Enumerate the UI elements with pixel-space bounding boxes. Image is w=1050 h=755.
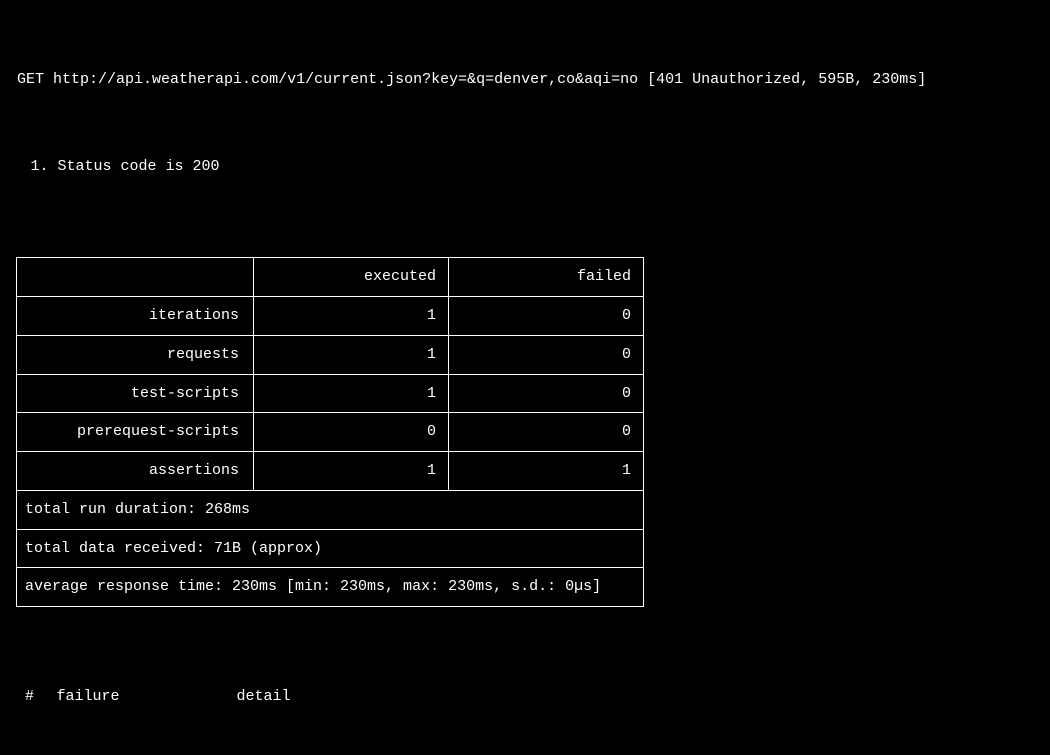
response-time: 230ms	[872, 71, 917, 88]
table-corner-cell	[17, 258, 254, 297]
summary-avg-response: average response time: 230ms [min: 230ms…	[17, 568, 644, 607]
table-row: requests 1 0	[17, 335, 644, 374]
row-label: requests	[17, 335, 254, 374]
table-header-row: executed failed	[17, 258, 644, 297]
response-status: 401 Unauthorized	[656, 71, 800, 88]
table-row: iterations 1 0	[17, 297, 644, 336]
cell-executed: 1	[254, 452, 449, 491]
row-label: iterations	[17, 297, 254, 336]
summary-received: total data received: 71B (approx)	[17, 529, 644, 568]
failure-header: # failure detail	[8, 686, 1042, 708]
cell-executed: 1	[254, 374, 449, 413]
failure-col-failure: failure	[57, 686, 237, 708]
response-size: 595B	[818, 71, 854, 88]
failed-assertion-line: 1. Status code is 200	[8, 156, 1042, 178]
cell-failed: 0	[449, 335, 644, 374]
table-row: prerequest-scripts 0 0	[17, 413, 644, 452]
summary-row-received: total data received: 71B (approx)	[17, 529, 644, 568]
http-method: GET	[17, 71, 44, 88]
cell-failed: 0	[449, 413, 644, 452]
cell-failed: 0	[449, 374, 644, 413]
row-label: test-scripts	[17, 374, 254, 413]
failure-col-detail: detail	[237, 686, 1042, 708]
request-summary-line: GET http://api.weatherapi.com/v1/current…	[8, 69, 1042, 91]
cell-failed: 0	[449, 297, 644, 336]
failure-col-num: #	[16, 686, 57, 708]
summary-duration: total run duration: 268ms	[17, 490, 644, 529]
table-row: assertions 1 1	[17, 452, 644, 491]
col-header-executed: executed	[254, 258, 449, 297]
terminal-output: GET http://api.weatherapi.com/v1/current…	[0, 0, 1050, 755]
col-header-failed: failed	[449, 258, 644, 297]
cell-executed: 1	[254, 335, 449, 374]
cell-failed: 1	[449, 452, 644, 491]
newman-summary-table: executed failed iterations 1 0 requests …	[16, 257, 644, 607]
cell-executed: 1	[254, 297, 449, 336]
table-row: test-scripts 1 0	[17, 374, 644, 413]
row-label: assertions	[17, 452, 254, 491]
row-label: prerequest-scripts	[17, 413, 254, 452]
cell-executed: 0	[254, 413, 449, 452]
request-url: http://api.weatherapi.com/v1/current.jso…	[53, 71, 638, 88]
summary-row-duration: total run duration: 268ms	[17, 490, 644, 529]
summary-row-avg: average response time: 230ms [min: 230ms…	[17, 568, 644, 607]
